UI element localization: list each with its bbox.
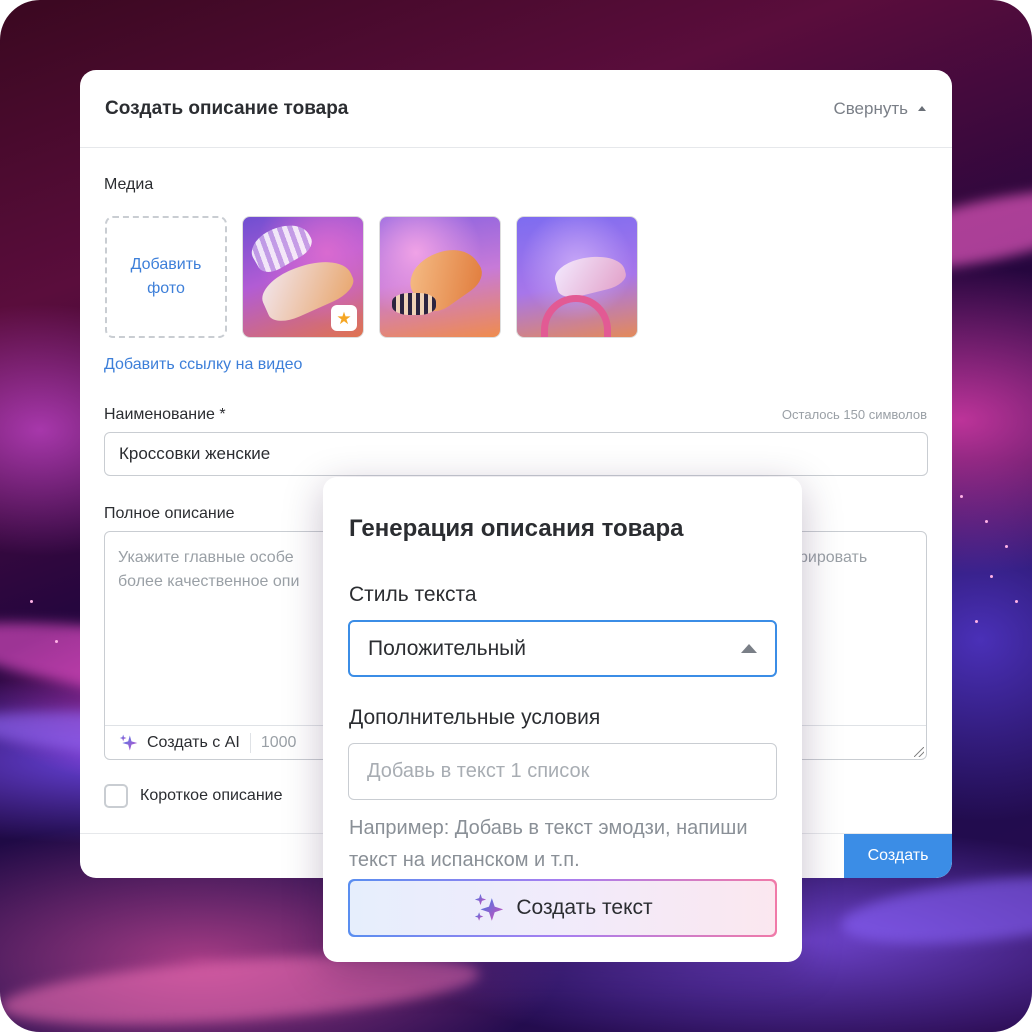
ai-generation-popup: Генерация описания товара Стиль текста П… <box>323 477 802 962</box>
background-sparkle <box>30 600 33 603</box>
background-sparkle <box>960 495 963 498</box>
background-sparkle <box>975 620 978 623</box>
short-description-option: Короткое описание <box>104 784 282 808</box>
collapse-button[interactable]: Свернуть <box>833 99 926 119</box>
text-style-select[interactable]: Положительный <box>348 620 777 677</box>
description-placeholder-tail: рировать <box>799 549 868 566</box>
short-description-checkbox[interactable] <box>104 784 128 808</box>
create-with-ai-label: Создать с AI <box>147 733 240 751</box>
generate-text-button-body: Создать текст <box>350 881 775 935</box>
create-submit-button[interactable]: Создать <box>844 834 952 878</box>
add-photo-button[interactable]: Добавить фото <box>105 216 227 338</box>
product-name-value: Кроссовки женские <box>119 444 271 463</box>
caret-up-icon <box>918 106 926 111</box>
name-char-counter: Осталось 150 символов <box>781 407 927 422</box>
create-with-ai-button[interactable]: Создать с AI <box>119 733 240 753</box>
photo-thumbnail[interactable] <box>516 216 638 338</box>
background-sparkle <box>1015 600 1018 603</box>
shoe-image <box>551 249 629 301</box>
star-icon: ★ <box>336 308 352 328</box>
add-video-link[interactable]: Добавить ссылку на видео <box>104 356 302 374</box>
full-description-label: Полное описание <box>104 505 235 522</box>
text-style-label: Стиль текста <box>349 583 477 606</box>
background-sparkle <box>985 520 988 523</box>
toolbar-divider <box>249 732 251 753</box>
collapse-label: Свернуть <box>833 98 908 118</box>
create-submit-label: Создать <box>867 847 929 864</box>
media-label: Медиа <box>104 176 154 193</box>
sparkles-icon <box>119 734 138 750</box>
sparkles-icon <box>475 893 504 921</box>
arch-prop-image <box>541 295 611 337</box>
name-field-label: Наименование * <box>104 406 226 423</box>
generate-text-button[interactable]: Создать текст <box>348 879 777 937</box>
additional-conditions-label: Дополнительные условия <box>349 706 601 729</box>
popup-title: Генерация описания товара <box>349 515 684 542</box>
photo-thumbnail[interactable]: ★ <box>242 216 364 338</box>
background-streak <box>837 864 1032 956</box>
add-photo-label: Добавить фото <box>130 256 202 297</box>
description-placeholder-line2: более качественное опи <box>118 573 300 590</box>
product-name-input[interactable]: Кроссовки женские <box>104 432 928 476</box>
photo-thumbnail[interactable] <box>379 216 501 338</box>
resize-handle-icon[interactable] <box>914 747 924 757</box>
text-style-value: Положительный <box>368 636 527 660</box>
conditions-hint: Например: Добавь в текст эмодзи, напиши … <box>349 817 748 871</box>
short-description-label: Короткое описание <box>140 787 283 804</box>
card-title: Создать описание товара <box>105 97 349 119</box>
additional-conditions-input[interactable]: Добавь в текст 1 список <box>348 743 777 800</box>
additional-conditions-placeholder: Добавь в текст 1 список <box>367 760 590 782</box>
background-sparkle <box>55 640 58 643</box>
main-photo-badge: ★ <box>331 305 357 331</box>
description-char-count: 1000 <box>260 733 297 751</box>
shoe-sole-image <box>392 293 436 315</box>
background-sparkle <box>1005 545 1008 548</box>
card-header: Создать описание товара Свернуть <box>80 70 952 148</box>
description-placeholder-line1: Укажите главные особе <box>118 549 294 566</box>
background-sparkle <box>990 575 993 578</box>
caret-up-icon <box>741 644 757 653</box>
generate-text-label: Создать текст <box>516 896 653 919</box>
